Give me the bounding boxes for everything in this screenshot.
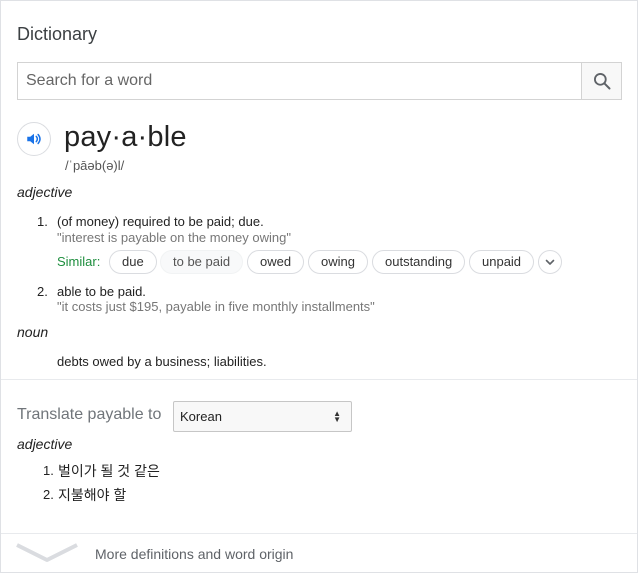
similar-chip[interactable]: owing <box>308 250 368 274</box>
select-arrows-icon: ▲ ▼ <box>333 408 341 424</box>
translation-part-of-speech: adjective <box>17 436 73 452</box>
chevron-down-icon <box>545 259 555 265</box>
similar-chips: due to be paid owed owing outstanding un… <box>1 250 637 274</box>
chevron-down-icon <box>16 543 78 562</box>
definition-text: (of money) required to be paid; due. <box>57 214 264 229</box>
language-select-value: Korean <box>180 409 222 424</box>
definition-number: 2. <box>37 284 48 299</box>
translation-text: 벌이가 될 것 같은 <box>58 463 160 479</box>
search-button[interactable] <box>581 63 621 99</box>
similar-chip[interactable]: outstanding <box>372 250 466 274</box>
pronounce-button[interactable] <box>17 122 51 156</box>
expand-button[interactable] <box>15 542 79 564</box>
translation-number: 2. <box>43 487 54 502</box>
footer-divider <box>1 533 637 534</box>
translation-text: 지불해야 할 <box>58 487 127 503</box>
phonetic: /ˈpāəb(ə)l/ <box>65 158 125 173</box>
definition-number: 1. <box>37 214 48 229</box>
definition-example: "it costs just $195, payable in five mon… <box>57 299 375 314</box>
part-of-speech-noun: noun <box>17 324 49 340</box>
search-input[interactable] <box>18 63 581 99</box>
search-box <box>17 62 622 100</box>
similar-chip[interactable]: owed <box>247 250 305 274</box>
similar-chip[interactable]: unpaid <box>469 250 535 274</box>
similar-chip[interactable]: to be paid <box>160 250 244 274</box>
card-title: Dictionary <box>17 24 98 44</box>
more-definitions-link[interactable]: More definitions and word origin <box>95 546 293 562</box>
language-select[interactable]: Korean ▲ ▼ <box>173 401 352 432</box>
speaker-icon <box>27 133 41 145</box>
similar-chip[interactable]: due <box>109 250 157 274</box>
section-divider <box>1 379 637 380</box>
definition-text: able to be paid. <box>57 284 146 299</box>
headword: pay·a·ble <box>64 121 187 153</box>
search-icon <box>593 73 610 90</box>
part-of-speech-adjective: adjective <box>17 184 73 200</box>
definition-text: debts owed by a business; liabilities. <box>57 354 267 369</box>
definition-example: "interest is payable on the money owing" <box>57 230 291 245</box>
dictionary-card: Dictionary pay·a·ble /ˈpāəb(ə)l/ adjecti… <box>0 0 638 573</box>
translation-number: 1. <box>43 463 54 478</box>
translate-label: Translate payable to <box>17 406 162 423</box>
more-similar-button[interactable] <box>538 250 562 274</box>
